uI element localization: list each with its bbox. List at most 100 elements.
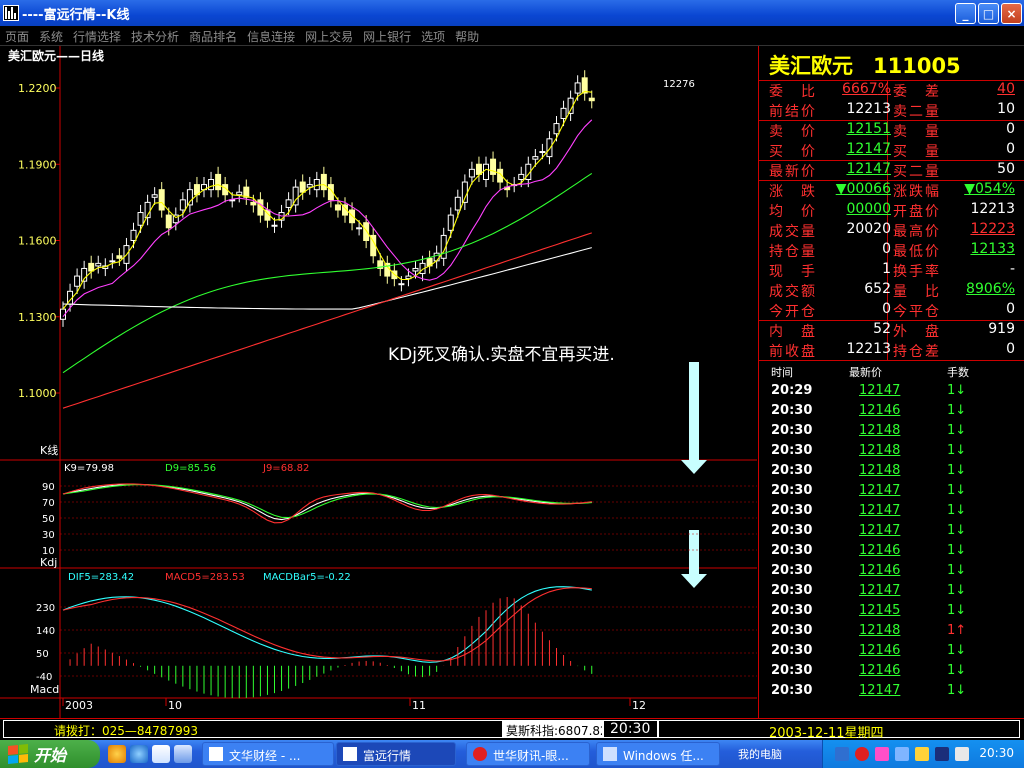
task-fuyuan[interactable]: 富远行情 — [336, 742, 456, 766]
task-shihua[interactable]: 世华财讯-眼... — [466, 742, 590, 766]
quote-label-right: 换手率 — [893, 261, 941, 281]
quote-label-left: 均 价 — [769, 201, 817, 221]
tick-volume: 1↓ — [947, 463, 967, 478]
tick-price: 12148 — [859, 443, 901, 458]
quote-value-left: 0 — [882, 301, 891, 317]
start-label: 开始 — [34, 746, 67, 765]
tray-icon-3[interactable] — [875, 747, 889, 761]
quote-label-left-text: 持仓量 — [769, 244, 817, 260]
tick-time: 20:30 — [771, 563, 813, 578]
menu-item-4[interactable]: 商品排名 — [184, 27, 242, 45]
media-player-icon[interactable] — [108, 745, 126, 763]
tray-icon-7[interactable] — [955, 747, 969, 761]
candles — [60, 70, 595, 327]
quote-value-left: 00000 — [846, 201, 891, 217]
menu-item-2[interactable]: 行情选择 — [68, 27, 126, 45]
quote-value-right: ▼054% — [964, 181, 1015, 197]
tray-network-icon[interactable] — [895, 747, 909, 761]
ie-icon[interactable] — [130, 745, 148, 763]
quote-separator — [759, 160, 1024, 161]
kdj-k-legend: K9=79.98 — [64, 463, 114, 474]
quote-value-right-text: 12223 — [970, 221, 1015, 237]
quote-value-left-text: 12213 — [846, 101, 891, 117]
my-computer-label[interactable]: 我的电脑 — [738, 746, 782, 762]
candle-body — [130, 229, 137, 241]
quote-label-left: 今开仓 — [769, 301, 817, 321]
tick-row: 20:30 12148 1↓ — [759, 422, 1024, 442]
tray-clock[interactable]: 20:30 — [979, 746, 1014, 760]
quote-row: 成交额 652 量 比 8906% — [759, 280, 1024, 300]
outlook-icon[interactable] — [152, 745, 170, 763]
menu-item-6[interactable]: 网上交易 — [300, 27, 358, 45]
quote-value-right-unit: % — [1001, 281, 1015, 297]
tick-volume: 1↓ — [947, 683, 967, 698]
menu-item-3[interactable]: 技术分析 — [126, 27, 184, 45]
menu-item-9[interactable]: 帮助 — [450, 27, 484, 45]
candle-body — [165, 214, 172, 229]
quote-value-right: 12133 — [970, 241, 1015, 257]
menu-item-1[interactable]: 系统 — [34, 27, 68, 45]
tray-icon-1[interactable] — [835, 747, 849, 761]
tick-time: 20:30 — [771, 443, 813, 458]
quote-value-right-text: 0 — [1006, 141, 1015, 157]
kdj-axis-label: 70 — [42, 498, 55, 509]
tick-time: 20:30 — [771, 483, 813, 498]
tick-time: 20:30 — [771, 663, 813, 678]
minimize-button[interactable]: _ — [955, 3, 976, 24]
task-wenhua[interactable]: 文华财经 - ... — [202, 742, 334, 766]
quote-value-right-text: - — [1009, 261, 1015, 277]
start-button[interactable]: 开始 — [0, 740, 100, 768]
candle-body — [454, 196, 461, 211]
tick-row: 20:30 12147 1↓ — [759, 682, 1024, 702]
menu-item-7[interactable]: 网上银行 — [358, 27, 416, 45]
quote-value-left-text: 6667 — [842, 81, 878, 97]
tick-row: 20:30 12147 1↓ — [759, 522, 1024, 542]
quote-label-left: 委 比 — [769, 81, 817, 101]
quote-value-right: 0 — [1006, 121, 1015, 137]
quote-label-left-text: 最新价 — [769, 164, 817, 180]
kline-chart-svg[interactable]: 1.2200 1.1900 1.1600 1.1300 1.1000 美汇欧元——日线 K线… — [0, 46, 757, 718]
quote-value-left-text: 52 — [873, 321, 891, 337]
candle-body — [313, 179, 320, 191]
quote-value-right: 50 — [997, 161, 1015, 177]
quote-label-left-text: 买 价 — [769, 144, 817, 160]
tray-icon-5[interactable] — [915, 747, 929, 761]
quote-value-right-text: 12133 — [970, 241, 1015, 257]
tick-time: 20:30 — [771, 623, 813, 638]
candle-body — [334, 204, 341, 211]
tick-volume: 1↓ — [947, 403, 967, 418]
arrow-head — [681, 460, 707, 474]
show-desktop-icon[interactable] — [174, 745, 192, 763]
candle-body — [475, 163, 482, 175]
quote-label-left: 最新价 — [769, 161, 817, 181]
close-button[interactable]: × — [1001, 3, 1022, 24]
system-tray: 20:30 — [822, 740, 1024, 768]
task-taskmgr[interactable]: Windows 任... — [596, 742, 720, 766]
menu-item-8[interactable]: 选项 — [416, 27, 450, 45]
quote-value-right-text: 0 — [1006, 301, 1015, 317]
kline-label: K线 — [40, 443, 58, 457]
quote-label-right-text: 最低价 — [893, 244, 941, 260]
kline-chart-area[interactable]: 1.2200 1.1900 1.1600 1.1300 1.1000 美汇欧元——日线 K线… — [0, 46, 757, 718]
quote-label-left: 买 价 — [769, 141, 817, 161]
quote-label-left-text: 委 比 — [769, 84, 817, 100]
candle-body — [518, 173, 525, 181]
status-date: 2003-12-11星期四 — [658, 720, 1020, 741]
tray-icon-2[interactable] — [855, 747, 869, 761]
quote-separator — [759, 80, 1024, 81]
kdj-label: Kdj — [40, 556, 57, 569]
tray-volume-icon[interactable] — [935, 747, 949, 761]
task-wenhua-label: 文华财经 - ... — [229, 749, 301, 763]
menu-item-5[interactable]: 信息连接 — [242, 27, 300, 45]
restore-button[interactable]: □ — [978, 3, 999, 24]
price-axis-label: 1.1900 — [18, 158, 57, 171]
tick-volume: 1↓ — [947, 543, 967, 558]
tick-row: 20:30 12147 1↓ — [759, 502, 1024, 522]
menu-item-0[interactable]: 页面 — [0, 27, 34, 45]
macd-macd-line — [62, 587, 592, 662]
app-icon[interactable] — [3, 5, 19, 21]
tick-volume: 1↓ — [947, 523, 967, 538]
instrument-name: 美汇欧元 — [769, 54, 853, 78]
quote-label-right: 持仓差 — [893, 341, 941, 361]
chart-title: 美汇欧元——日线 — [8, 48, 104, 63]
